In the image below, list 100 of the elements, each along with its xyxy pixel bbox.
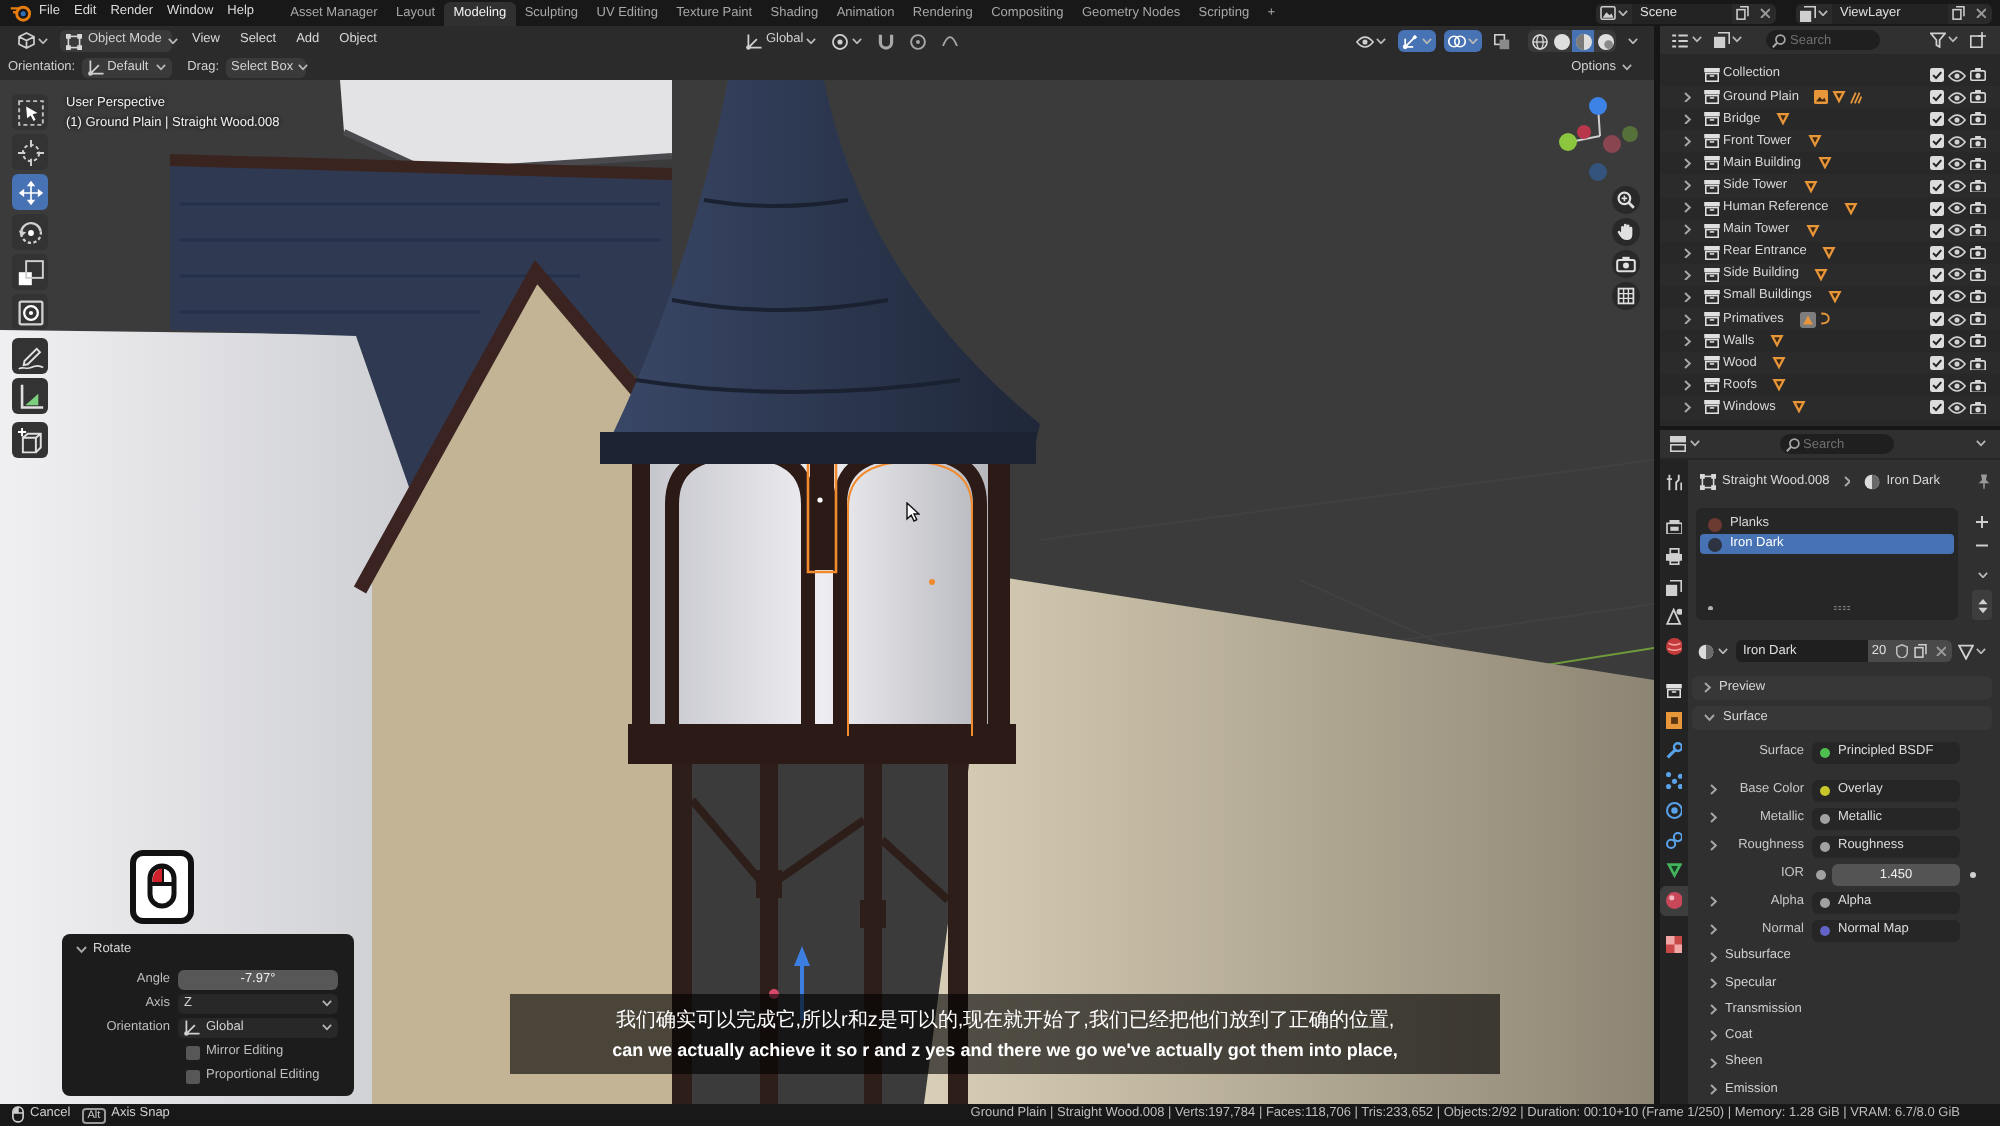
pivot-point-dropdown[interactable] <box>828 30 866 52</box>
camera-icon[interactable] <box>1970 312 1986 326</box>
eye-icon[interactable] <box>1948 180 1966 193</box>
app-logo-icon[interactable] <box>10 4 32 22</box>
scale-tool[interactable] <box>12 254 48 290</box>
checkbox-icon[interactable] <box>1930 134 1944 149</box>
new-collection-button[interactable] <box>1966 29 1990 51</box>
eye-icon[interactable] <box>1948 290 1966 303</box>
falloff-dropdown[interactable] <box>937 30 962 52</box>
expander-dot-icon[interactable] <box>1708 605 1713 611</box>
camera-icon[interactable] <box>1970 223 1986 237</box>
move-slot-button[interactable] <box>1972 590 1992 620</box>
eye-icon[interactable] <box>1948 313 1966 326</box>
chevron-right-icon[interactable] <box>1684 313 1691 325</box>
camera-icon[interactable] <box>1970 357 1986 371</box>
chevron-right-icon[interactable] <box>1684 291 1691 303</box>
camera-icon[interactable] <box>1970 290 1986 304</box>
eye-icon[interactable] <box>1948 157 1966 170</box>
camera-icon[interactable] <box>1970 112 1986 126</box>
eye-icon[interactable] <box>1948 246 1966 259</box>
eye-icon[interactable] <box>1948 335 1966 348</box>
new-scene-button[interactable] <box>1732 3 1754 23</box>
select-box-tool[interactable] <box>12 94 48 130</box>
display-mode-dropdown[interactable] <box>1668 29 1705 51</box>
view-layer-filter-dropdown[interactable] <box>1709 29 1746 51</box>
filter-dropdown[interactable] <box>1925 29 1962 51</box>
eye-icon[interactable] <box>1948 113 1966 126</box>
link-dropdown[interactable] <box>1953 640 1990 662</box>
eye-icon[interactable] <box>1948 379 1966 392</box>
annotate-tool[interactable] <box>12 338 48 374</box>
camera-icon[interactable] <box>1970 201 1986 215</box>
chevron-right-icon[interactable] <box>1684 91 1691 103</box>
solid-shading-button[interactable] <box>1550 30 1572 52</box>
proportional-editing-toggle[interactable] <box>905 30 930 52</box>
camera-icon[interactable] <box>1970 157 1986 171</box>
delete-scene-button[interactable] <box>1754 3 1776 23</box>
xray-toggle[interactable] <box>1490 30 1514 52</box>
eye-icon[interactable] <box>1948 224 1966 237</box>
transform-tool[interactable] <box>12 294 48 330</box>
duplicate-material-button[interactable] <box>1911 640 1931 662</box>
new-view-layer-button[interactable] <box>1948 3 1970 23</box>
cursor-tool[interactable] <box>12 134 48 170</box>
delete-view-layer-button[interactable] <box>1970 3 1992 23</box>
zoom-icon[interactable] <box>1612 186 1640 214</box>
checkbox-icon[interactable] <box>1930 334 1944 349</box>
hand-icon[interactable] <box>1612 218 1640 246</box>
chevron-right-icon[interactable] <box>1684 136 1691 148</box>
gizmos-toggle[interactable] <box>1398 30 1435 52</box>
grid-icon[interactable] <box>1612 282 1640 310</box>
wireframe-shading-button[interactable] <box>1528 30 1550 52</box>
camera-icon[interactable] <box>1970 401 1986 415</box>
checkbox-icon[interactable] <box>1930 156 1944 171</box>
chevron-right-icon[interactable] <box>1710 840 1717 852</box>
checkbox-icon[interactable] <box>1930 289 1944 304</box>
eye-icon[interactable] <box>1948 69 1966 82</box>
chevron-right-icon[interactable] <box>1710 812 1717 824</box>
rotate-tool[interactable] <box>12 214 48 250</box>
chevron-right-icon[interactable] <box>1684 269 1691 281</box>
chevron-right-icon[interactable] <box>1684 358 1691 370</box>
chevron-right-icon[interactable] <box>1684 158 1691 170</box>
visibility-dropdown[interactable] <box>1351 30 1390 52</box>
chevron-right-icon[interactable] <box>1684 380 1691 392</box>
camera-icon[interactable] <box>1612 250 1640 278</box>
overlays-toggle[interactable] <box>1443 30 1482 52</box>
checkbox-icon[interactable] <box>1930 356 1944 371</box>
checkbox-icon[interactable] <box>1930 312 1944 327</box>
checkbox-icon[interactable] <box>1930 378 1944 393</box>
view-layer-browse-button[interactable] <box>1796 3 1832 23</box>
eye-icon[interactable] <box>1948 202 1966 215</box>
checkbox-icon[interactable] <box>1930 245 1944 260</box>
checkbox-icon[interactable] <box>1930 90 1944 105</box>
eye-icon[interactable] <box>1948 135 1966 148</box>
eye-icon[interactable] <box>1948 91 1966 104</box>
camera-icon[interactable] <box>1970 268 1986 282</box>
material-shading-button[interactable] <box>1572 30 1594 52</box>
add-cube-tool[interactable] <box>12 422 48 458</box>
chevron-right-icon[interactable] <box>1684 224 1691 236</box>
move-tool[interactable] <box>12 174 48 210</box>
camera-icon[interactable] <box>1970 90 1986 104</box>
editor-type-menu[interactable] <box>1666 433 1703 455</box>
navigation-gizmo-icon[interactable] <box>1554 96 1642 184</box>
checkbox-icon[interactable] <box>1930 267 1944 282</box>
eye-icon[interactable] <box>1948 357 1966 370</box>
scene-browse-button[interactable] <box>1596 3 1632 23</box>
checkbox-icon[interactable] <box>1930 201 1944 216</box>
eye-icon[interactable] <box>1948 401 1966 414</box>
keyframe-dot-icon[interactable] <box>1970 871 1976 877</box>
camera-icon[interactable] <box>1970 68 1986 82</box>
unlink-material-button[interactable] <box>1931 640 1951 662</box>
camera-icon[interactable] <box>1970 379 1986 393</box>
material-tab[interactable] <box>1660 886 1688 916</box>
eye-icon[interactable] <box>1948 268 1966 281</box>
chevron-right-icon[interactable] <box>1684 113 1691 125</box>
fake-user-button[interactable] <box>1891 640 1911 662</box>
editor-type-menu[interactable] <box>14 30 52 52</box>
checkbox-icon[interactable] <box>1930 112 1944 127</box>
add-slot-button[interactable] <box>1972 512 1992 531</box>
checkbox-icon[interactable] <box>1930 223 1944 238</box>
chevron-right-icon[interactable] <box>1684 402 1691 414</box>
pin-icon[interactable] <box>1978 474 1990 490</box>
